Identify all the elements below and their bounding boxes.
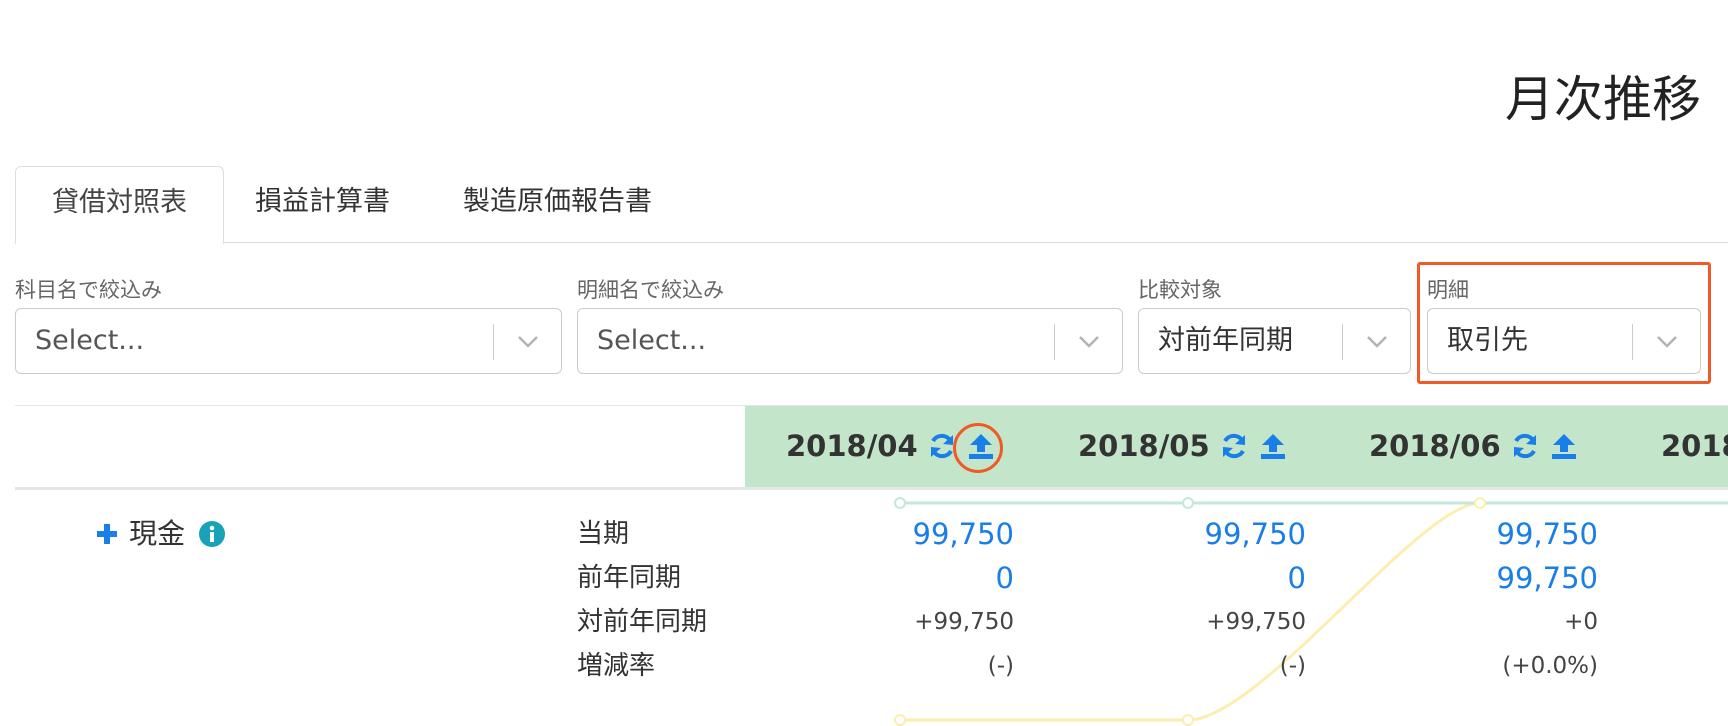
prior-period-sparkline [900, 501, 1728, 722]
value-rate-2018-06: (+0.0%) [1502, 653, 1598, 679]
value-current-2018-04[interactable]: 99,750 [913, 514, 1014, 554]
prior-sparkline-point [894, 714, 906, 726]
row-label-rate: 増減率 [577, 651, 656, 681]
trend-sparkline [894, 497, 1728, 726]
row-label-diff: 対前年同期 [577, 607, 708, 637]
value-current-2018-05[interactable]: 99,750 [1205, 514, 1306, 554]
row-label-current: 当期 [577, 519, 630, 549]
value-rate-2018-04: (-) [987, 653, 1014, 679]
page: 月次推移 貸借対照表 損益計算書 製造原価報告書 科目名で絞込み Select.… [0, 0, 1728, 726]
prior-sparkline-point [1474, 497, 1486, 509]
current-sparkline-point [1182, 497, 1194, 509]
row-label-prior: 前年同期 [577, 563, 682, 593]
value-rate-2018-05: (-) [1279, 653, 1306, 679]
value-diff-2018-04: +99,750 [914, 609, 1014, 635]
value-prior-2018-05[interactable]: 0 [1288, 558, 1306, 598]
value-current-2018-06[interactable]: 99,750 [1497, 514, 1598, 554]
plus-icon[interactable] [96, 523, 118, 545]
value-prior-2018-06[interactable]: 99,750 [1497, 558, 1598, 598]
value-diff-2018-05: +99,750 [1206, 609, 1306, 635]
prior-sparkline-point [1182, 714, 1194, 726]
value-prior-2018-04[interactable]: 0 [996, 558, 1014, 598]
current-sparkline-point [894, 497, 906, 509]
value-diff-2018-06: +0 [1564, 609, 1598, 635]
account-row-cash: 現金 [96, 514, 226, 554]
account-name: 現金 [129, 517, 186, 550]
info-icon[interactable] [198, 520, 226, 548]
